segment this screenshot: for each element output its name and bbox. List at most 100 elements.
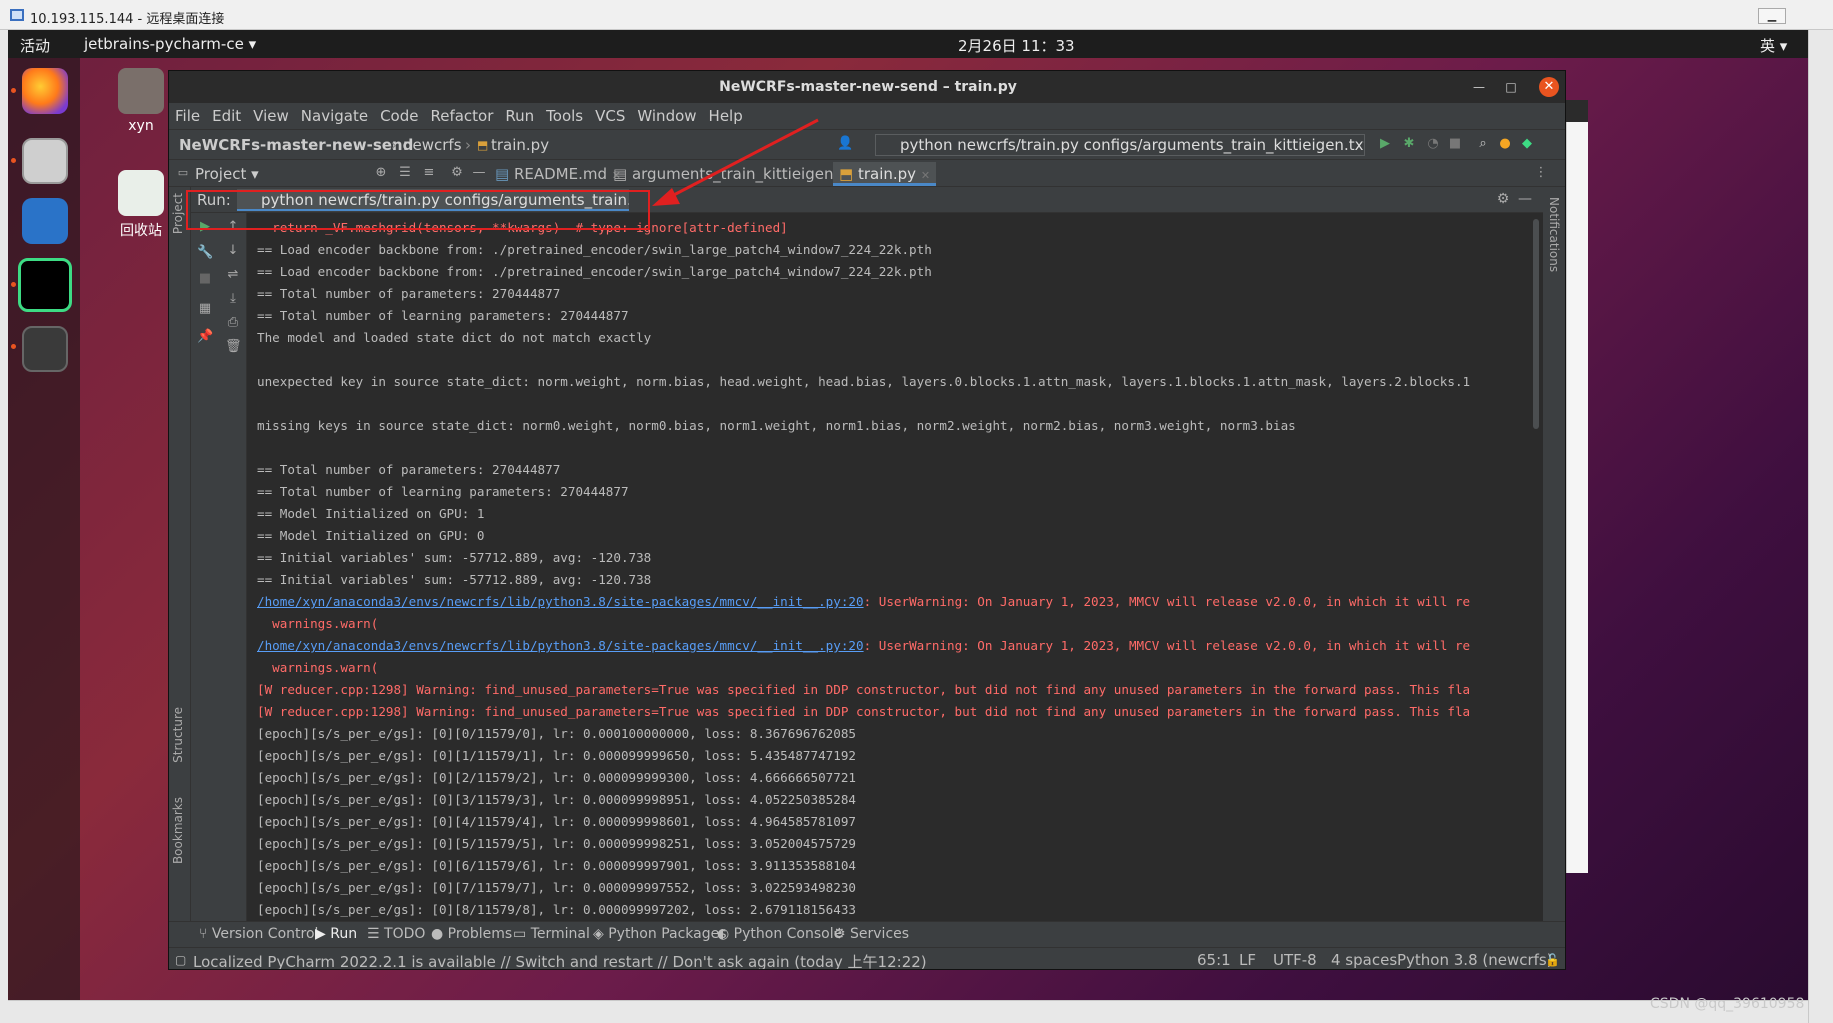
- file-encoding[interactable]: UTF-8: [1273, 951, 1317, 969]
- console-line: The model and loaded state dict do not m…: [257, 330, 652, 345]
- run-hide-icon[interactable]: —: [1517, 191, 1533, 207]
- stop-icon[interactable]: ■: [197, 271, 213, 287]
- structure-tool-button[interactable]: Structure: [171, 707, 185, 763]
- tab-close-icon[interactable]: ✕: [921, 169, 930, 182]
- soft-wrap-icon[interactable]: ⇌: [225, 267, 241, 283]
- layout-icon[interactable]: ▦: [197, 301, 213, 317]
- status-message[interactable]: Localized PyCharm 2022.2.1 is available …: [193, 951, 927, 969]
- menu-edit[interactable]: Edit: [206, 103, 247, 129]
- line-separator[interactable]: LF: [1239, 951, 1256, 969]
- close-icon[interactable]: ✕: [1539, 77, 1559, 97]
- services-tool-button[interactable]: ⚙ Services: [833, 926, 909, 942]
- user-icon[interactable]: 👤: [837, 136, 853, 152]
- run-tool-button[interactable]: ▶ Run: [315, 926, 357, 942]
- rdp-horizontal-scrollbar[interactable]: [8, 1000, 1808, 1023]
- jetbrains-logo-icon[interactable]: ◆: [1519, 136, 1535, 152]
- rdp-minimize-button[interactable]: ▁: [1758, 8, 1786, 24]
- desktop-trash[interactable]: 回收站: [106, 170, 176, 240]
- indent-setting[interactable]: 4 spaces: [1331, 951, 1397, 969]
- minimize-icon[interactable]: —: [1471, 79, 1487, 95]
- terminal-icon[interactable]: [22, 326, 68, 372]
- locate-icon[interactable]: ⊕: [373, 165, 389, 181]
- hide-icon[interactable]: —: [471, 165, 487, 181]
- menu-navigate[interactable]: Navigate: [295, 103, 374, 129]
- menu-file[interactable]: File: [169, 103, 206, 129]
- console-file-link[interactable]: /home/xyn/anaconda3/envs/newcrfs/lib/pyt…: [257, 594, 864, 609]
- lock-icon[interactable]: 🔓: [1545, 953, 1560, 967]
- folder-icon: ▭: [177, 166, 189, 179]
- menu-tools[interactable]: Tools: [540, 103, 589, 129]
- breadcrumb-file[interactable]: train.py: [491, 136, 549, 154]
- project-tool-button[interactable]: Project: [171, 193, 185, 234]
- run-icon[interactable]: ▶: [1377, 136, 1393, 152]
- expand-all-icon[interactable]: ☰: [397, 165, 413, 181]
- more-options-icon[interactable]: ⋮: [1533, 165, 1549, 181]
- writer-icon[interactable]: [22, 198, 68, 244]
- python-interpreter[interactable]: Python 3.8 (newcrfs): [1397, 951, 1553, 969]
- menu-vcs[interactable]: VCS: [589, 103, 631, 129]
- run-settings-gear-icon[interactable]: ⚙: [1495, 191, 1511, 207]
- debug-icon[interactable]: ✱: [1401, 136, 1417, 152]
- remote-desktop-icon: [10, 9, 24, 21]
- annotation-highlight-box: [186, 190, 650, 230]
- firefox-icon[interactable]: [22, 68, 68, 114]
- project-view-selector[interactable]: Project ▾: [195, 165, 259, 183]
- modify-config-wrench-icon[interactable]: 🔧: [197, 245, 213, 261]
- terminal-tool-button[interactable]: ▭ Terminal: [513, 926, 590, 942]
- updates-icon[interactable]: ●: [1497, 136, 1513, 152]
- menu-code[interactable]: Code: [374, 103, 424, 129]
- right-tool-strip: Notifications: [1541, 187, 1565, 921]
- running-indicator: [11, 158, 16, 163]
- desktop-home-folder[interactable]: xyn: [106, 68, 176, 134]
- editor-tabs-row: ▭ Project ▾ ⊕ ☰ ≡ ⚙ — ▤ README.md ✕ ▤ ar…: [169, 159, 1565, 187]
- python-console-tool-button[interactable]: ◐ Python Console: [717, 926, 842, 942]
- pin-icon[interactable]: 📌: [197, 329, 213, 345]
- console-scrollbar[interactable]: [1533, 219, 1539, 429]
- desktop-home-label: xyn: [128, 118, 154, 134]
- menu-help[interactable]: Help: [703, 103, 749, 129]
- caret-position[interactable]: 65:1: [1197, 951, 1231, 969]
- todo-tool-button[interactable]: ☰ TODO: [367, 926, 425, 942]
- console-line: == Total number of parameters: 270444877: [257, 462, 561, 477]
- scroll-to-end-icon[interactable]: ⤓: [225, 291, 241, 307]
- scroll-down-icon[interactable]: ↓: [225, 243, 241, 259]
- problems-tool-button[interactable]: ● Problems: [431, 926, 512, 942]
- console-line-text: : UserWarning: On January 1, 2023, MMCV …: [863, 638, 1471, 653]
- trash-icon[interactable]: 🗑: [225, 339, 242, 355]
- notification-icon[interactable]: ▢: [175, 953, 186, 967]
- notifications-tool-button[interactable]: Notifications: [1547, 197, 1561, 272]
- coverage-icon[interactable]: ◔: [1425, 136, 1441, 152]
- tab-train[interactable]: ⬒ train.py ✕: [833, 162, 937, 186]
- rdp-vertical-scrollbar[interactable]: [1808, 30, 1833, 1023]
- console-line: [epoch][s/s_per_e/gs]: [0][4/11579/4], l…: [257, 814, 856, 829]
- watermark-text: CSDN @qq_39610958: [1650, 996, 1805, 1012]
- print-icon[interactable]: ⎙: [225, 315, 241, 331]
- files-icon[interactable]: [22, 138, 68, 184]
- run-console[interactable]: return _VF.meshgrid(tensors, **kwargs) #…: [247, 213, 1543, 921]
- console-file-link[interactable]: /home/xyn/anaconda3/envs/newcrfs/lib/pyt…: [257, 638, 864, 653]
- input-method-menu[interactable]: 英 ▾: [1760, 35, 1787, 56]
- menu-view[interactable]: View: [247, 103, 295, 129]
- maximize-icon[interactable]: □: [1503, 79, 1519, 95]
- python-packages-tool-button[interactable]: ◈ Python Packages: [593, 926, 727, 942]
- pycharm-icon[interactable]: [18, 258, 72, 312]
- collapse-all-icon[interactable]: ≡: [421, 165, 437, 181]
- search-icon[interactable]: ⌕: [1475, 136, 1491, 152]
- gear-icon[interactable]: ⚙: [449, 165, 465, 181]
- clock[interactable]: 2月26日 11：33: [958, 35, 1075, 56]
- breadcrumb-project[interactable]: NeWCRFs-master-new-send: [179, 136, 413, 154]
- bookmarks-tool-button[interactable]: Bookmarks: [171, 797, 185, 864]
- activities-button[interactable]: 活动: [20, 35, 50, 56]
- tab-arguments-label: arguments_train_kittieigen.txt: [631, 165, 859, 183]
- version-control-tool-button[interactable]: ⑂ Version Control: [199, 926, 318, 942]
- app-menu[interactable]: jetbrains-pycharm-ce ▾: [84, 35, 256, 53]
- menu-refactor[interactable]: Refactor: [424, 103, 499, 129]
- console-line: unexpected key in source state_dict: nor…: [257, 374, 1471, 389]
- menu-run[interactable]: Run: [499, 103, 540, 129]
- ubuntu-top-bar: 活动 jetbrains-pycharm-ce ▾ 2月26日 11：33 英 …: [8, 30, 1808, 58]
- console-line: == Initial variables' sum: -57712.889, a…: [257, 550, 652, 565]
- breadcrumb-folder[interactable]: newcrfs: [403, 136, 462, 154]
- menu-window[interactable]: Window: [631, 103, 702, 129]
- stop-icon[interactable]: ■: [1447, 136, 1463, 152]
- run-configuration-selector[interactable]: python newcrfs/train.py configs/argument…: [875, 134, 1365, 156]
